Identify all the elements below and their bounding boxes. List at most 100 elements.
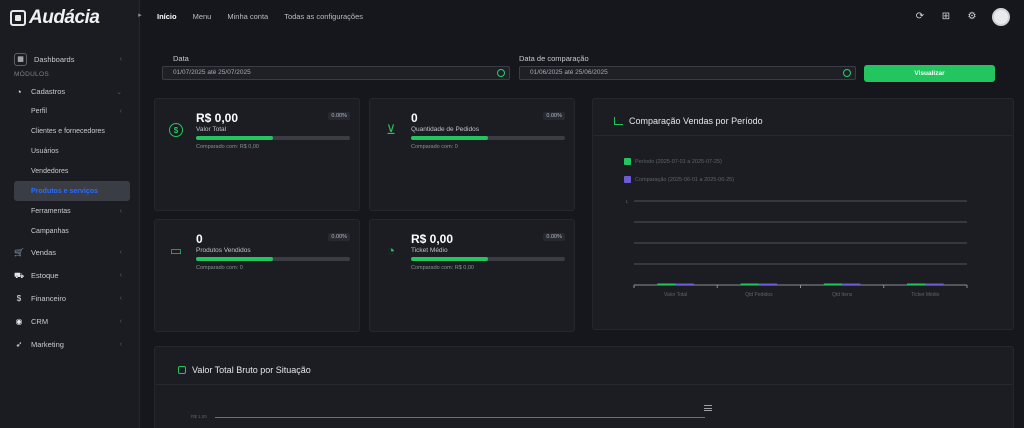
app-logo[interactable]: Audácia (10, 7, 100, 29)
kpi-value: R$ 0,00 (196, 111, 239, 125)
sidebar-subitem-4[interactable]: Produtos e serviços (14, 181, 130, 201)
sidebar-subitem-label: Perfil (31, 107, 47, 115)
divider (156, 384, 1012, 385)
chevron-right-icon: ‹ (119, 107, 122, 115)
section-label-modules: MÓDULOS (14, 71, 49, 78)
chart-bar (758, 283, 778, 285)
sidebar-item-vendas[interactable]: 🛒 Vendas ‹ (14, 241, 126, 264)
kpi-change-badge: 0.00% (543, 112, 565, 120)
calendar-icon[interactable] (497, 69, 505, 77)
kpi-progress-fill (411, 136, 488, 140)
sidebar-item-financeiro[interactable]: $ Financeiro ‹ (14, 287, 126, 310)
sidebar-subitem-3[interactable]: Vendedores (14, 161, 126, 181)
y-tick-label: 1 (625, 199, 628, 204)
visualizar-button[interactable]: Visualizar (864, 65, 995, 82)
sidebar-subitem-label: Usuários (31, 147, 59, 155)
sidebar-subitem-label: Ferramentas (31, 207, 71, 215)
sidebar-item-label: Dashboards (34, 54, 75, 64)
logo-text: Audácia (29, 7, 100, 28)
refresh-icon[interactable]: ⟳ (914, 11, 926, 23)
sidebar-subitem-5[interactable]: Ferramentas ‹ (14, 201, 126, 221)
hamburger-menu-icon[interactable] (704, 405, 712, 411)
kpi-card: ▭ 0 Produtos Vendidos 0.00% Comparado co… (154, 219, 360, 332)
compare-date-range-input[interactable]: 01/06/2025 até 25/06/2025 (519, 66, 856, 80)
dashboard-grid-icon: ▦ (14, 52, 27, 66)
kpi-progress-fill (411, 257, 488, 261)
sidebar-item-estoque[interactable]: ⛟ Estoque ‹ (14, 264, 126, 287)
x-tick-label: Ticket Médio (911, 292, 939, 298)
sidebar-item-label: Vendas (31, 248, 57, 257)
top-nav-inicio[interactable]: Início (157, 12, 177, 21)
compare-date-label: Data de comparação (519, 54, 589, 63)
sidebar-subitem-0[interactable]: Perfil ‹ (14, 101, 126, 121)
kpi-card: $ R$ 0,00 Valor Total 0.00% Comparado co… (154, 98, 360, 211)
chevron-right-icon: ‹ (119, 318, 122, 325)
sidebar-item-marketing[interactable]: ➶ Marketing ‹ (14, 333, 126, 356)
chart-gridline (215, 417, 705, 418)
topbar: Início Menu Minha conta Todas as configu… (141, 0, 1024, 36)
chevron-right-icon: ‹ (119, 55, 122, 63)
cadastros-submenu: Perfil ‹ Clientes e fornecedores Usuários Ve… (14, 101, 130, 241)
sidebar-subitem-label: Produtos e serviços (31, 187, 98, 195)
top-nav: Início Menu Minha conta Todas as configu… (157, 12, 363, 21)
kpi-change-badge: 0.00% (543, 233, 565, 241)
dollar-circle-icon: $ (169, 123, 183, 137)
top-nav-configuracoes[interactable]: Todas as configurações (284, 12, 363, 21)
sidebar-subitem-6[interactable]: Campanhas (14, 221, 126, 241)
sidebar-subitem-1[interactable]: Clientes e fornecedores (14, 121, 126, 141)
chevron-down-icon: ⌄ (116, 88, 122, 96)
sidebar-item-crm[interactable]: ◉ CRM ‹ (14, 310, 126, 333)
x-tick-label: Valor Total (664, 292, 687, 298)
bottom-card-title: Valor Total Bruto por Situação (178, 365, 311, 375)
kpi-card: ⊻ 0 Quantidade de Pedidos 0.00% Comparad… (369, 98, 575, 211)
pie-chart-icon: ◔ (387, 243, 395, 258)
sidebar-subitem-2[interactable]: Usuários (14, 141, 126, 161)
chart-bar (675, 283, 694, 285)
pie-icon: ◔ (16, 86, 22, 97)
sidebar-item-label: Marketing (31, 340, 64, 349)
kpi-value: 0 (196, 232, 203, 246)
settings-icon[interactable]: ⚙ (966, 11, 978, 23)
logo-mark-icon (10, 10, 26, 26)
date-range-value: 01/07/2025 até 25/07/2025 (173, 69, 251, 76)
kpi-change-badge: 0.00% (328, 112, 350, 120)
x-tick-label: Qtd Pedidos (745, 292, 773, 298)
y-axis-tick-label: R$ 1,00 (191, 414, 207, 419)
chart-bar (657, 283, 676, 285)
kpi-progress-bar (411, 257, 565, 261)
date-range-input[interactable]: 01/07/2025 até 25/07/2025 (162, 66, 510, 80)
cart-icon: ⊻ (386, 122, 396, 137)
kpi-change-badge: 0.00% (328, 233, 350, 241)
top-nav-menu[interactable]: Menu (193, 12, 212, 21)
kpi-progress-bar (411, 136, 565, 140)
chart-bar (925, 283, 944, 285)
box-icon: ▭ (169, 243, 183, 258)
bottom-card-title-text: Valor Total Bruto por Situação (192, 365, 311, 375)
chevron-right-icon: ‹ (119, 341, 122, 348)
sidebar-item-label: Estoque (31, 271, 59, 280)
gross-value-by-status-card: Valor Total Bruto por Situação R$ 1,00 (154, 346, 1014, 428)
crm-icon: ◉ (15, 317, 23, 326)
sidebar-item-dashboards[interactable]: ▦ Dashboards ‹ (14, 50, 126, 68)
calendar-icon[interactable] (843, 69, 851, 77)
sidebar-item-cadastros[interactable]: ◔ Cadastros ⌄ (14, 82, 126, 101)
sidebar-item-label: CRM (31, 317, 49, 326)
dollar-icon: $ (16, 294, 22, 303)
sidebar: Audácia ▦ Dashboards ‹ MÓDULOS ◔ Cadastr… (0, 0, 140, 428)
checkbox-icon (178, 366, 186, 374)
modules-list: 🛒 Vendas ‹ ⛟ Estoque ‹ $ Financeiro ‹ ◉ CRM ‹ ➶ Marke… (14, 241, 126, 356)
kpi-label: Valor Total (196, 126, 227, 133)
x-tick-label: Qtd Itens (832, 292, 853, 298)
truck-icon: ⛟ (13, 270, 25, 280)
compare-date-range-value: 01/06/2025 até 25/06/2025 (530, 69, 608, 76)
top-nav-minha-conta[interactable]: Minha conta (227, 12, 268, 21)
cart-icon: 🛒 (14, 248, 24, 257)
avatar[interactable] (992, 8, 1010, 26)
sidebar-item-label: Financeiro (31, 294, 67, 303)
top-icons: ⟳ ⊞ ⚙ (914, 8, 1010, 26)
kpi-progress-bar (196, 257, 350, 261)
kpi-label: Quantidade de Pedidos (411, 126, 479, 133)
apps-grid-icon[interactable]: ⊞ (940, 11, 952, 23)
megaphone-icon: ➶ (15, 340, 23, 349)
kpi-progress-fill (196, 257, 273, 261)
